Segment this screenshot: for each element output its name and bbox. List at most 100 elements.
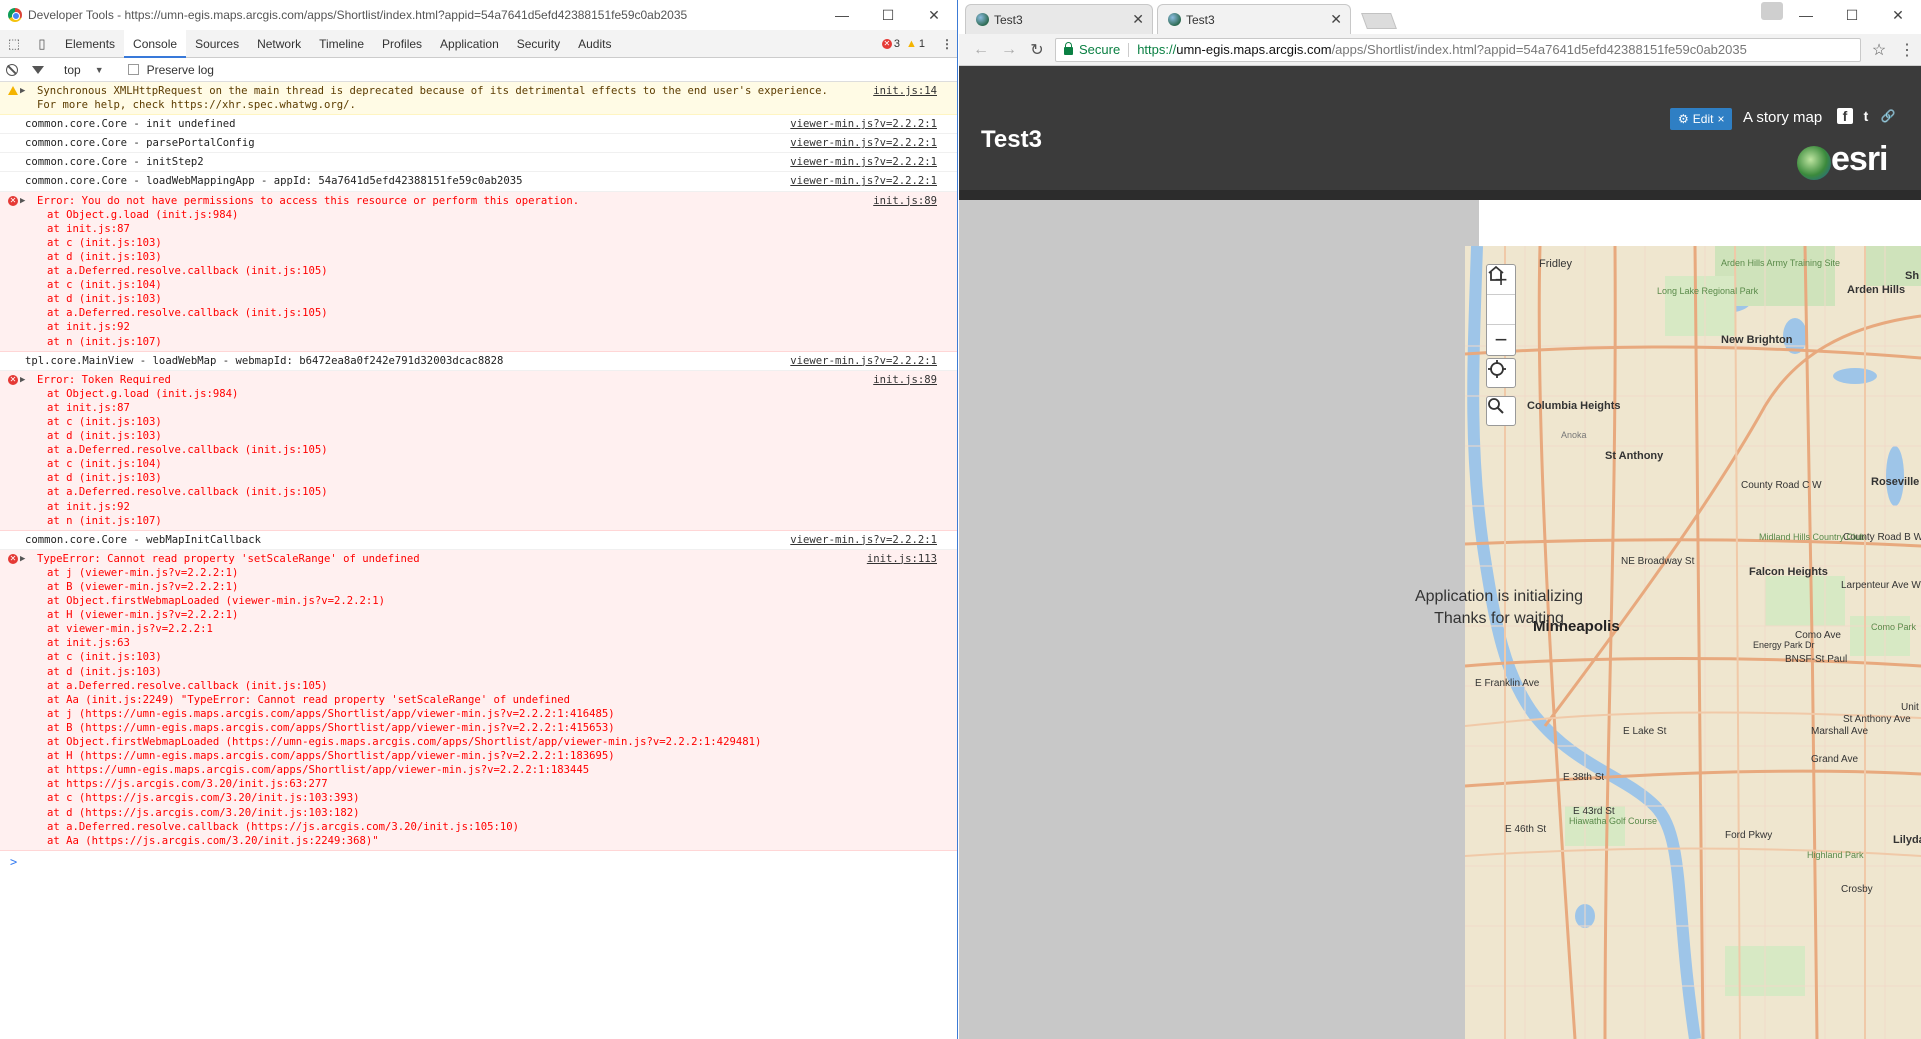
tab-profiles[interactable]: Profiles — [373, 30, 431, 58]
tab-timeline[interactable]: Timeline — [310, 30, 373, 58]
stack-frame[interactable]: at H (https://umn-egis.maps.arcgis.com/a… — [25, 749, 935, 763]
stack-frame[interactable]: at c (https://js.arcgis.com/3.20/init.js… — [25, 791, 935, 805]
source-link[interactable]: init.js:89 — [873, 373, 937, 387]
stack-frame[interactable]: at j (viewer-min.js?v=2.2.2:1) — [25, 566, 935, 580]
maximize-button[interactable]: ☐ — [865, 0, 911, 30]
source-link[interactable]: viewer-min.js?v=2.2.2:1 — [790, 136, 937, 150]
inspect-element-icon[interactable]: ⬚ — [0, 30, 28, 58]
stack-frame[interactable]: at Object.firstWebmapLoaded (viewer-min.… — [25, 594, 935, 608]
stack-frame[interactable]: at https://umn-egis.maps.arcgis.com/apps… — [25, 763, 935, 777]
stack-frame[interactable]: at c (init.js:103) — [25, 415, 935, 429]
stack-frame[interactable]: at c (init.js:104) — [25, 457, 935, 471]
console-message-error[interactable]: ✕ ▶ TypeError: Cannot read property 'setSc… — [0, 549, 957, 851]
stack-frame[interactable]: at d (init.js:103) — [25, 429, 935, 443]
stack-frame[interactable]: at init.js:87 — [25, 222, 935, 236]
device-toolbar-icon[interactable]: ▯ — [28, 30, 56, 58]
tab-console[interactable]: Console — [124, 29, 187, 58]
home-button[interactable] — [1487, 265, 1515, 325]
stack-frame[interactable]: at Object.firstWebmapLoaded (https://umn… — [25, 735, 935, 749]
tab-audits[interactable]: Audits — [569, 30, 620, 58]
console-message-log[interactable]: common.core.Core - parsePortalConfig view… — [0, 134, 957, 154]
issue-counts[interactable]: ✕ 3 ▲ 1 — [881, 38, 925, 50]
minimize-button[interactable]: — — [819, 0, 865, 30]
context-select[interactable]: top ▼ — [64, 63, 104, 77]
stack-frame[interactable]: at a.Deferred.resolve.callback (init.js:… — [25, 443, 935, 457]
tab-application[interactable]: Application — [431, 30, 508, 58]
facebook-icon[interactable]: f — [1837, 108, 1853, 124]
stack-frame[interactable]: at B (https://umn-egis.maps.arcgis.com/a… — [25, 721, 935, 735]
stack-frame[interactable]: at init.js:87 — [25, 401, 935, 415]
close-icon[interactable]: × — [1717, 112, 1724, 126]
tab-elements[interactable]: Elements — [56, 30, 124, 58]
expand-triangle-icon[interactable]: ▶ — [20, 552, 25, 566]
tab-sources[interactable]: Sources — [186, 30, 248, 58]
source-link[interactable]: init.js:89 — [873, 194, 937, 208]
browser-menu-icon[interactable]: ⋮ — [1893, 40, 1921, 60]
zoom-out-button[interactable]: − — [1487, 325, 1515, 355]
expand-triangle-icon[interactable]: ▶ — [20, 84, 25, 98]
console-prompt[interactable]: > — [0, 851, 957, 873]
edit-button[interactable]: ⚙ Edit × — [1670, 108, 1733, 130]
expand-triangle-icon[interactable]: ▶ — [20, 194, 25, 208]
close-button[interactable]: ✕ — [911, 0, 957, 30]
stack-frame[interactable]: at n (init.js:107) — [25, 335, 935, 349]
stack-frame[interactable]: at https://js.arcgis.com/3.20/init.js:63… — [25, 777, 935, 791]
stack-frame[interactable]: at c (init.js:104) — [25, 278, 935, 292]
source-link[interactable]: viewer-min.js?v=2.2.2:1 — [790, 155, 937, 169]
source-link[interactable]: viewer-min.js?v=2.2.2:1 — [790, 174, 937, 188]
maximize-button[interactable]: ☐ — [1829, 0, 1875, 30]
minimize-button[interactable]: — — [1783, 0, 1829, 30]
stack-frame[interactable]: at a.Deferred.resolve.callback (init.js:… — [25, 485, 935, 499]
stack-frame[interactable]: at a.Deferred.resolve.callback (init.js:… — [25, 306, 935, 320]
source-link[interactable]: viewer-min.js?v=2.2.2:1 — [790, 354, 937, 368]
console-message-warn[interactable]: ▶ Synchronous XMLHttpRequest on the main … — [0, 82, 957, 116]
stack-frame[interactable]: at d (init.js:103) — [25, 665, 935, 679]
stack-frame[interactable]: at d (init.js:103) — [25, 292, 935, 306]
stack-frame[interactable]: at j (https://umn-egis.maps.arcgis.com/a… — [25, 707, 935, 721]
locate-button[interactable] — [1486, 358, 1516, 388]
stack-frame[interactable]: at c (init.js:103) — [25, 650, 935, 664]
expand-triangle-icon[interactable]: ▶ — [20, 373, 25, 387]
search-button[interactable] — [1486, 396, 1516, 426]
console-message-log[interactable]: tpl.core.MainView - loadWebMap - webmapI… — [0, 352, 957, 371]
devtools-menu-icon[interactable]: ⋮ — [937, 37, 957, 51]
forward-icon[interactable]: → — [995, 41, 1023, 59]
console-message-error[interactable]: ✕ ▶ Error: You do not have permissions to … — [0, 191, 957, 352]
stack-frame[interactable]: at d (init.js:103) — [25, 471, 935, 485]
stack-frame[interactable]: at init.js:92 — [25, 500, 935, 514]
reload-icon[interactable]: ↻ — [1023, 40, 1051, 60]
bookmark-star-icon[interactable]: ☆ — [1865, 40, 1893, 60]
source-link[interactable]: viewer-min.js?v=2.2.2:1 — [790, 533, 937, 547]
tab-network[interactable]: Network — [248, 30, 310, 58]
console-message-log[interactable]: common.core.Core - webMapInitCallback vie… — [0, 531, 957, 550]
close-tab-icon[interactable]: ✕ — [1132, 11, 1144, 28]
stack-frame[interactable]: at B (viewer-min.js?v=2.2.2:1) — [25, 580, 935, 594]
close-button[interactable]: ✕ — [1875, 0, 1921, 30]
stack-frame[interactable]: at H (viewer-min.js?v=2.2.2:1) — [25, 608, 935, 622]
stack-frame[interactable]: at d (init.js:103) — [25, 250, 935, 264]
preserve-log-checkbox[interactable] — [127, 64, 139, 75]
map-panel[interactable]: Fridley Arden Hills Army Training Site A… — [1465, 246, 1921, 1039]
clear-console-icon[interactable] — [6, 63, 18, 76]
stack-frame[interactable]: at init.js:63 — [25, 636, 935, 650]
stack-frame[interactable]: at a.Deferred.resolve.callback (https://… — [25, 820, 935, 834]
stack-frame[interactable]: at Object.g.load (init.js:984) — [25, 208, 935, 222]
stack-frame[interactable]: at init.js:92 — [25, 320, 935, 334]
filter-icon[interactable] — [32, 65, 44, 74]
link-icon[interactable]: 🔗 — [1880, 108, 1896, 124]
stack-frame[interactable]: at Object.g.load (init.js:984) — [25, 387, 935, 401]
browser-tab[interactable]: Test3 ✕ — [965, 4, 1153, 34]
stack-frame[interactable]: at a.Deferred.resolve.callback (init.js:… — [25, 264, 935, 278]
address-bar[interactable]: Secure https:// umn-egis.maps.arcgis.com… — [1055, 37, 1861, 62]
back-icon[interactable]: ← — [967, 41, 995, 59]
browser-tab-active[interactable]: Test3 ✕ — [1157, 4, 1351, 34]
console-message-log[interactable]: common.core.Core - initStep2 viewer-min.j… — [0, 153, 957, 173]
profile-icon[interactable] — [1761, 2, 1783, 20]
console-message-log[interactable]: common.core.Core - init undefined viewer-… — [0, 115, 957, 135]
stack-frame[interactable]: at Aa (init.js:2249) "TypeError: Cannot … — [25, 693, 935, 707]
source-link[interactable]: init.js:14 — [873, 84, 937, 98]
stack-frame[interactable]: at viewer-min.js?v=2.2.2:1 — [25, 622, 935, 636]
source-link[interactable]: init.js:113 — [867, 552, 937, 566]
twitter-icon[interactable]: t — [1858, 108, 1874, 124]
stack-frame[interactable]: at a.Deferred.resolve.callback (init.js:… — [25, 679, 935, 693]
